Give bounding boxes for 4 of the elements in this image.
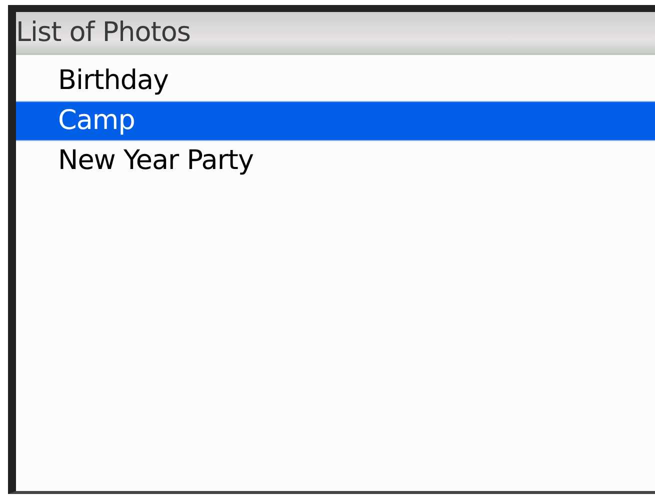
list-item[interactable]: Camp [16,101,655,141]
list-item[interactable]: Birthday [16,61,655,101]
window-title: List of Photos [16,17,190,48]
list-item[interactable]: New Year Party [16,141,655,181]
